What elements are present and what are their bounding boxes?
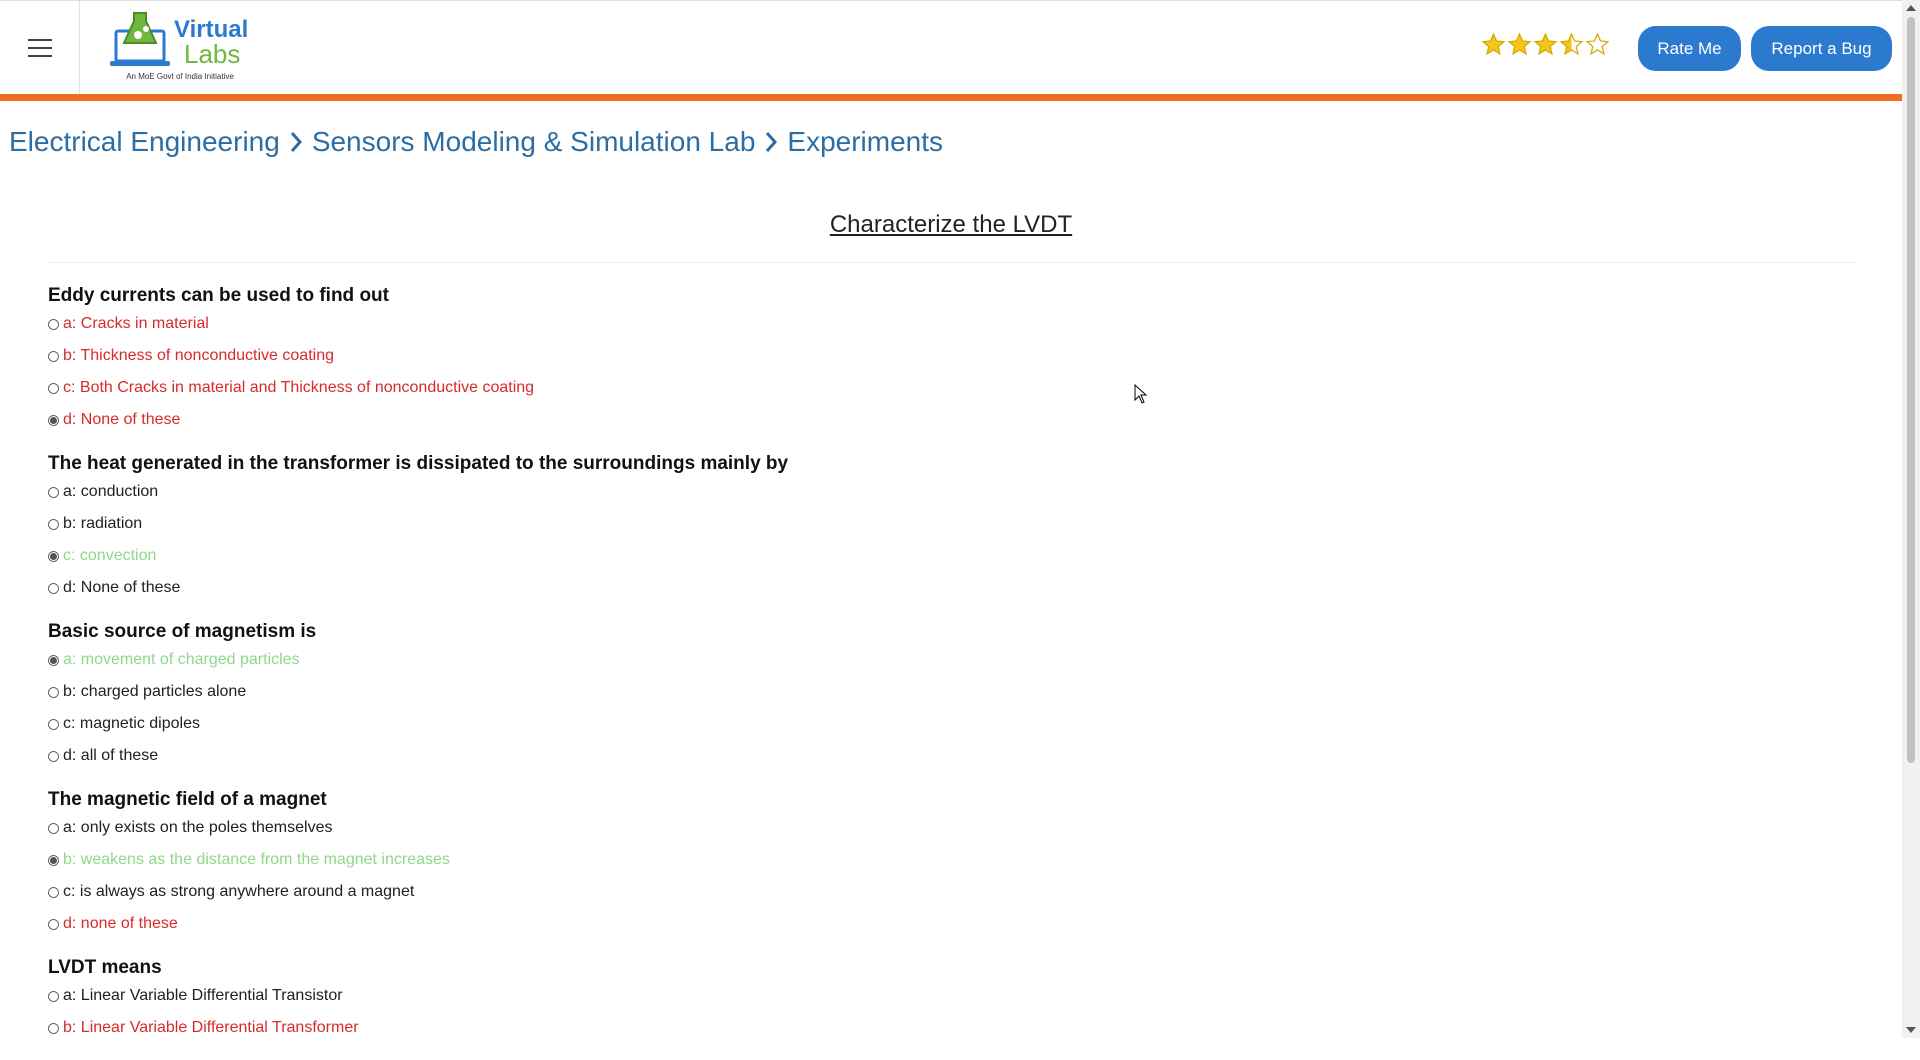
option-label[interactable]: b: Thickness of nonconductive coating: [63, 347, 334, 365]
answer-option[interactable]: b: weakens as the distance from the magn…: [48, 844, 1448, 876]
question-text: LVDT means: [48, 957, 162, 978]
option-label[interactable]: c: convection: [63, 547, 156, 565]
answer-option[interactable]: a: Linear Variable Differential Transist…: [48, 980, 1448, 1012]
mouse-cursor-icon: [1134, 384, 1148, 404]
radio-button[interactable]: [48, 382, 59, 394]
question-block: The magnetic field of a magnet a: only ex…: [48, 788, 1448, 940]
radio-button[interactable]: [48, 654, 59, 666]
option-label[interactable]: c: Both Cracks in material and Thickness…: [63, 379, 534, 397]
radio-button[interactable]: [48, 886, 59, 898]
rate-me-button[interactable]: Rate Me: [1638, 26, 1741, 71]
option-label[interactable]: d: all of these: [63, 747, 158, 765]
chevron-right-icon: [290, 132, 302, 152]
logo-tagline: An MoE Govt of India Initiative: [126, 72, 234, 81]
radio-button[interactable]: [48, 318, 59, 330]
question-text: The magnetic field of a magnet: [48, 789, 327, 810]
svg-text:Labs: Labs: [184, 39, 240, 69]
scroll-up-icon[interactable]: [1906, 5, 1916, 11]
answer-option[interactable]: d: None of these: [48, 404, 1448, 436]
question-block: Eddy currents can be used to find out a: …: [48, 284, 1448, 436]
chevron-right-icon: [766, 132, 778, 152]
answer-option[interactable]: a: movement of charged particles: [48, 644, 1448, 676]
answer-option[interactable]: b: Linear Variable Differential Transfor…: [48, 1012, 1448, 1044]
answer-option[interactable]: a: conduction: [48, 476, 1448, 508]
answer-option[interactable]: c: Both Cracks in material and Thickness…: [48, 372, 1448, 404]
star-icon[interactable]: [1481, 32, 1506, 57]
option-label[interactable]: d: None of these: [63, 579, 180, 597]
answer-option[interactable]: a: Cracks in material: [48, 308, 1448, 340]
radio-button[interactable]: [48, 718, 59, 730]
radio-button[interactable]: [48, 854, 59, 866]
rating-stars[interactable]: [1481, 32, 1610, 57]
option-label[interactable]: b: charged particles alone: [63, 683, 246, 701]
radio-button[interactable]: [48, 486, 59, 498]
star-icon[interactable]: [1559, 32, 1584, 57]
star-icon[interactable]: [1533, 32, 1558, 57]
answer-option[interactable]: b: charged particles alone: [48, 676, 1448, 708]
option-label[interactable]: b: radiation: [63, 515, 142, 533]
scroll-down-icon[interactable]: [1906, 1027, 1916, 1033]
breadcrumb-electrical-engineering[interactable]: Electrical Engineering: [9, 126, 280, 158]
option-label[interactable]: a: movement of charged particles: [63, 651, 300, 669]
page-title: Characterize the LVDT: [829, 211, 1073, 238]
answer-option[interactable]: d: all of these: [48, 740, 1448, 772]
vertical-scrollbar[interactable]: [1902, 0, 1920, 1038]
quiz-container: Eddy currents can be used to find out a: …: [48, 284, 1448, 1060]
question-text: The heat generated in the transformer is…: [48, 453, 789, 474]
radio-button[interactable]: [48, 918, 59, 930]
option-label[interactable]: d: none of these: [63, 915, 178, 933]
option-label[interactable]: b: weakens as the distance from the magn…: [63, 851, 450, 869]
radio-button[interactable]: [48, 686, 59, 698]
breadcrumb-sensors-lab[interactable]: Sensors Modeling & Simulation Lab: [312, 126, 756, 158]
answer-option[interactable]: c: is always as strong anywhere around a…: [48, 876, 1448, 908]
radio-button[interactable]: [48, 550, 59, 562]
answer-option[interactable]: b: Thickness of nonconductive coating: [48, 340, 1448, 372]
radio-button[interactable]: [48, 750, 59, 762]
question-block: The heat generated in the transformer is…: [48, 452, 1448, 604]
answer-option[interactable]: c: convection: [48, 540, 1448, 572]
radio-button[interactable]: [48, 1022, 59, 1034]
radio-button[interactable]: [48, 990, 59, 1002]
question-block: LVDT means a: Linear Variable Differentia…: [48, 956, 1448, 1044]
menu-icon[interactable]: [0, 1, 80, 94]
option-label[interactable]: a: Cracks in material: [63, 315, 209, 333]
answer-option[interactable]: d: none of these: [48, 908, 1448, 940]
radio-button[interactable]: [48, 822, 59, 834]
option-label[interactable]: a: conduction: [63, 483, 158, 501]
option-label[interactable]: d: None of these: [63, 411, 180, 429]
option-label[interactable]: c: magnetic dipoles: [63, 715, 200, 733]
answer-option[interactable]: a: only exists on the poles themselves: [48, 812, 1448, 844]
virtual-labs-logo[interactable]: Virtual Labs An MoE Govt of India Initia…: [110, 9, 250, 85]
option-label[interactable]: b: Linear Variable Differential Transfor…: [63, 1019, 359, 1037]
question-block: Basic source of magnetism is a: movement …: [48, 620, 1448, 772]
question-text: Basic source of magnetism is: [48, 621, 317, 642]
radio-button[interactable]: [48, 350, 59, 362]
top-navbar: Virtual Labs An MoE Govt of India Initia…: [0, 0, 1902, 101]
answer-option[interactable]: b: radiation: [48, 508, 1448, 540]
question-text: Eddy currents can be used to find out: [48, 285, 389, 306]
scrollbar-thumb[interactable]: [1907, 17, 1915, 763]
radio-button[interactable]: [48, 582, 59, 594]
star-icon[interactable]: [1507, 32, 1532, 57]
logo-graphic-icon: Virtual Labs: [110, 12, 248, 69]
breadcrumb: Electrical Engineering Sensors Modeling …: [9, 126, 943, 158]
radio-button[interactable]: [48, 518, 59, 530]
report-bug-button[interactable]: Report a Bug: [1751, 26, 1892, 71]
breadcrumb-experiments[interactable]: Experiments: [787, 126, 943, 158]
star-icon[interactable]: [1585, 32, 1610, 57]
answer-option[interactable]: d: None of these: [48, 572, 1448, 604]
option-label[interactable]: a: only exists on the poles themselves: [63, 819, 332, 837]
option-label[interactable]: c: is always as strong anywhere around a…: [63, 883, 414, 901]
title-divider: [48, 262, 1856, 263]
radio-button[interactable]: [48, 414, 59, 426]
answer-option[interactable]: c: magnetic dipoles: [48, 708, 1448, 740]
option-label[interactable]: a: Linear Variable Differential Transist…: [63, 987, 343, 1005]
